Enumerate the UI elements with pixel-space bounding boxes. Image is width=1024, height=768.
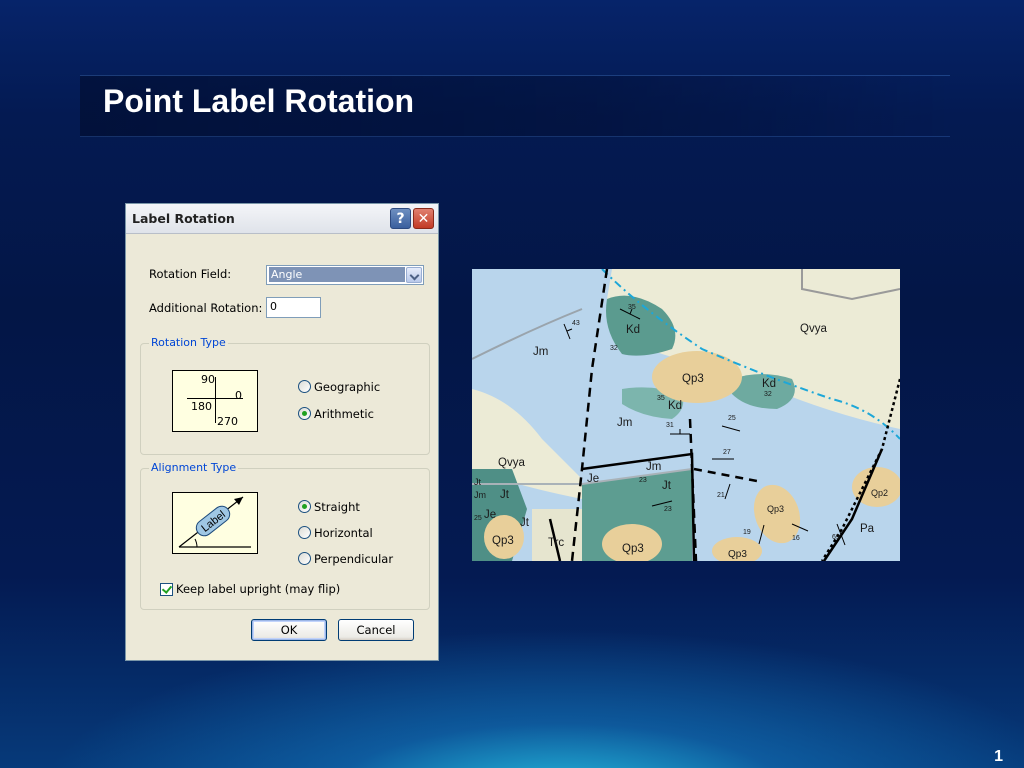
ok-button[interactable]: OK	[251, 619, 327, 641]
additional-rotation-label: Additional Rotation:	[149, 301, 263, 315]
dip-label: 69	[832, 534, 840, 541]
close-button[interactable]: ✕	[413, 208, 434, 229]
dip-label: 32	[764, 391, 772, 398]
map-label: Jt	[474, 477, 482, 487]
dip-label: 31	[666, 422, 674, 429]
rotation-type-group: Rotation Type 90 0 180 270 Geographic Ar…	[140, 336, 430, 455]
map-label: Jt	[662, 480, 672, 492]
map-label: Trc	[548, 537, 564, 549]
dip-label: 32	[610, 345, 618, 352]
dip-label: 35	[628, 304, 636, 311]
alignment-preview: Label	[172, 492, 258, 554]
alignment-type-group: Alignment Type Label Straight Horizontal…	[140, 461, 430, 610]
slide-title: Point Label Rotation	[103, 83, 415, 119]
horizontal-radio[interactable]	[298, 526, 311, 539]
keep-upright-checkbox[interactable]	[160, 583, 173, 596]
arithmetic-radio[interactable]	[298, 407, 311, 420]
dip-label: 21	[717, 492, 725, 499]
help-button[interactable]: ?	[390, 208, 411, 229]
cancel-button[interactable]: Cancel	[338, 619, 414, 641]
map-label: Qvya	[498, 457, 525, 469]
map-label: Qp3	[492, 535, 514, 547]
rotation-type-group-label: Rotation Type	[149, 336, 228, 349]
map-label: Je	[484, 509, 496, 521]
keep-upright-label[interactable]: Keep label upright (may flip)	[176, 582, 340, 596]
geologic-map: Kd Qvya Jm Qp3 Kd Kd Jm Qvya Jm Je Jt Jt…	[472, 269, 900, 561]
map-label: Pa	[860, 523, 875, 535]
dip-label: 16	[792, 535, 800, 542]
geologic-map-svg: Kd Qvya Jm Qp3 Kd Kd Jm Qvya Jm Je Jt Jt…	[472, 269, 900, 561]
angle-270-label: 270	[217, 415, 238, 428]
alignment-preview-icon: Label	[178, 496, 251, 548]
straight-label[interactable]: Straight	[314, 500, 360, 514]
arithmetic-label[interactable]: Arithmetic	[314, 407, 374, 421]
map-label: Jm	[533, 346, 548, 358]
map-label: Jm	[617, 417, 632, 429]
map-label: Qp2	[871, 488, 888, 498]
map-label: Qp3	[728, 549, 747, 560]
dip-label: 25	[474, 515, 482, 522]
additional-rotation-input[interactable]: 0	[266, 297, 321, 318]
map-label: Je	[587, 473, 599, 485]
geographic-radio[interactable]	[298, 380, 311, 393]
map-label: Jt	[500, 489, 510, 501]
dip-label: 35	[657, 395, 665, 402]
rotation-field-select[interactable]: Angle	[266, 265, 424, 285]
perpendicular-label[interactable]: Perpendicular	[314, 552, 393, 566]
page-number: 1	[994, 748, 1003, 765]
map-label: Jm	[474, 490, 486, 500]
chevron-down-icon[interactable]	[406, 267, 422, 283]
dialog-title: Label Rotation	[132, 211, 235, 226]
map-label: Kd	[626, 324, 640, 336]
perpendicular-radio[interactable]	[298, 552, 311, 565]
map-label: Qp3	[767, 504, 784, 514]
rotation-preview: 90 0 180 270	[172, 370, 258, 432]
rotation-field-value: Angle	[269, 267, 405, 282]
dip-label: 23	[664, 506, 672, 513]
dialog-titlebar[interactable]: Label Rotation ? ✕	[126, 204, 438, 234]
map-label: Jm	[646, 461, 661, 473]
dip-label: 19	[743, 529, 751, 536]
dip-label: 25	[728, 415, 736, 422]
alignment-type-group-label: Alignment Type	[149, 461, 239, 474]
horizontal-label[interactable]: Horizontal	[314, 526, 373, 540]
map-label: Qvya	[800, 323, 827, 335]
dip-label: 23	[639, 477, 647, 484]
straight-radio[interactable]	[298, 500, 311, 513]
map-label: Kd	[762, 378, 776, 390]
map-label: Qp3	[682, 373, 704, 385]
map-label: Kd	[668, 400, 682, 412]
map-label: Jt	[520, 517, 530, 529]
geographic-label[interactable]: Geographic	[314, 380, 380, 394]
dip-label: 43	[572, 320, 580, 327]
map-label: Qp3	[622, 543, 644, 555]
angle-90-label: 90	[201, 373, 215, 386]
angle-0-label: 0	[235, 389, 242, 402]
label-rotation-dialog: Label Rotation ? ✕ Rotation Field: Angle…	[125, 203, 439, 661]
dip-label: 27	[723, 449, 731, 456]
rotation-field-label: Rotation Field:	[149, 267, 232, 281]
angle-180-label: 180	[191, 400, 212, 413]
